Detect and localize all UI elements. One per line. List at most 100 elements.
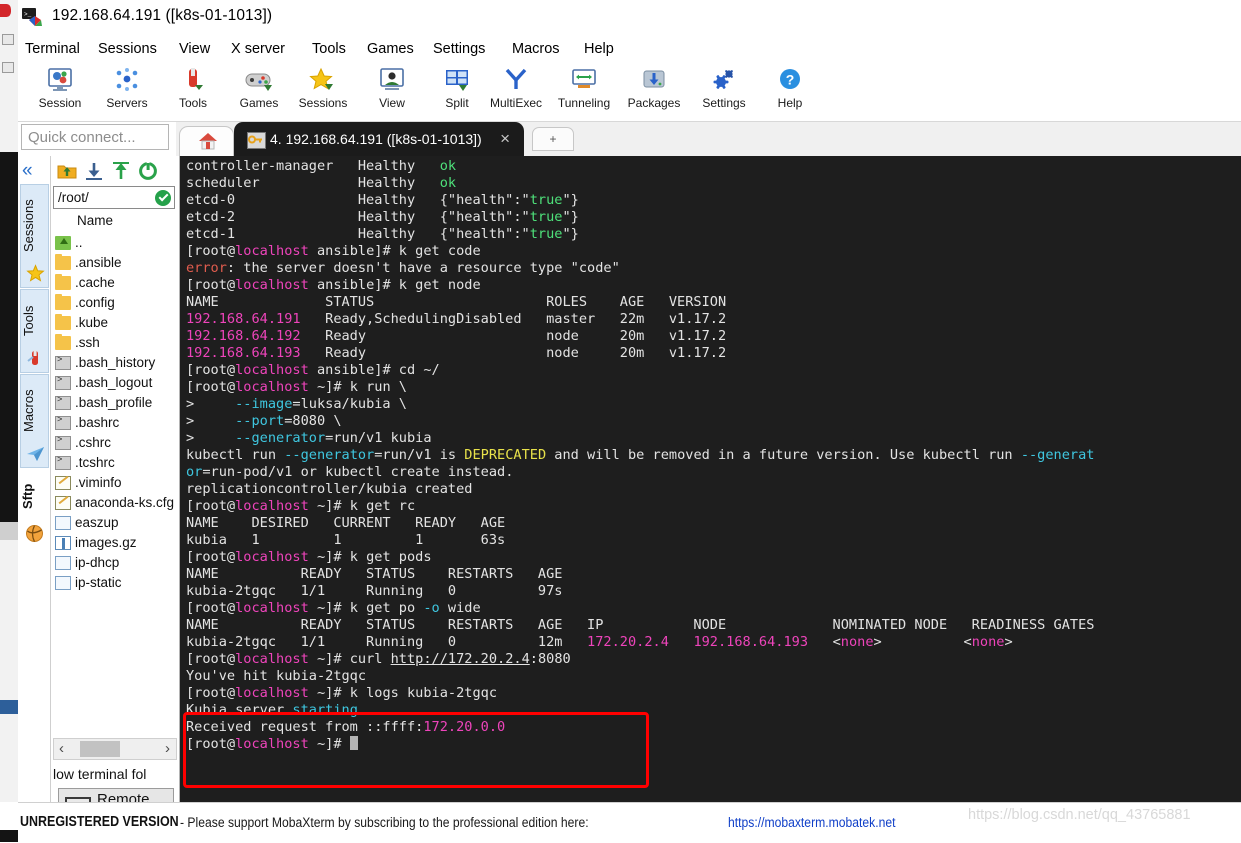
rail-tab-sessions[interactable]: Sessions [20, 184, 49, 288]
file-list-item[interactable]: .bash_history [53, 354, 177, 374]
file-list-item[interactable]: .cache [53, 274, 177, 294]
terminal-span: =run/v1 kubia [325, 430, 432, 446]
sftp-path-input[interactable]: /root/ [53, 186, 175, 209]
tab-home[interactable] [179, 126, 234, 157]
mobaxterm-window: >_ 192.168.64.191 ([k8s-01-1013]) Termin… [18, 0, 1241, 843]
terminal-span: [root@ [186, 651, 236, 667]
follow-terminal-folder-label[interactable]: low terminal fol [53, 766, 179, 782]
horizontal-scrollbar[interactable]: ‹ › [53, 738, 177, 760]
file-list-item[interactable]: .ansible [53, 254, 177, 274]
terminal-span: localhost [235, 685, 309, 701]
toolbar-button-packages[interactable]: Packages [620, 63, 688, 119]
toolbar-button-tools[interactable]: Tools [159, 63, 227, 119]
rail-tab-label: Sessions [21, 199, 36, 253]
toolbar-button-servers[interactable]: Servers [93, 63, 161, 119]
view-icon [358, 65, 426, 95]
file-list-item[interactable]: .ssh [53, 334, 177, 354]
script-file-icon [55, 415, 71, 430]
file-list-item[interactable]: ip-static [53, 574, 177, 594]
menu-x-server[interactable]: X server [227, 39, 289, 59]
tab-bar: 4. 192.168.64.191 ([k8s-01-1013]) × + [176, 122, 1241, 157]
toolbar-button-view[interactable]: View [358, 63, 426, 119]
document-file-icon [55, 516, 71, 530]
terminal-span: ~]# k run \ [308, 379, 407, 395]
quick-connect-input[interactable]: Quick connect... [21, 124, 169, 150]
scroll-left-icon[interactable]: ‹ [59, 741, 64, 757]
file-list-item[interactable]: .bashrc [53, 414, 177, 434]
download-icon[interactable] [83, 160, 105, 182]
file-list-item[interactable]: images.gz [53, 534, 177, 554]
refresh-icon[interactable] [137, 160, 159, 182]
nag-message: - Please support MobaXterm by subscribin… [180, 815, 589, 830]
file-list-item[interactable]: .kube [53, 314, 177, 334]
terminal-span: none [840, 634, 874, 650]
menu-help[interactable]: Help [580, 39, 618, 59]
scrollbar-thumb[interactable] [80, 741, 120, 757]
file-list-item[interactable]: .tcshrc [53, 454, 177, 474]
file-list-item[interactable]: .config [53, 294, 177, 314]
menu-view[interactable]: View [175, 39, 214, 59]
terminal-span: 172.20.2.4 [587, 634, 669, 650]
file-list-item[interactable]: .viminfo [53, 474, 177, 494]
file-name: ip-dhcp [75, 555, 120, 570]
terminal-line: > --image=luksa/kubia \ [186, 396, 1094, 413]
terminal-line: Received request from ::ffff:172.20.0.0 [186, 719, 1094, 736]
rail-tab-sftp[interactable]: Sftp [20, 469, 49, 547]
sftp-file-list[interactable]: .. .ansible .cache .config .kube .ssh .bash_hi… [53, 234, 177, 734]
file-name: .bashrc [75, 415, 120, 430]
menu-games[interactable]: Games [363, 39, 418, 59]
close-icon[interactable]: × [500, 130, 510, 147]
toolbar-button-session[interactable]: Session [26, 63, 94, 119]
file-list-item[interactable]: anaconda-ks.cfg [53, 494, 177, 514]
new-tab-button[interactable]: + [532, 127, 574, 151]
terminal-line: etcd-1 Healthy {"health":"true"} [186, 226, 1094, 243]
multiexec-icon [482, 65, 550, 95]
tools-icon [159, 65, 227, 95]
terminal-span: --generat [1020, 447, 1095, 463]
rail-tab-macros[interactable]: Macros [20, 374, 49, 468]
file-name: .viminfo [75, 475, 122, 490]
folder-icon [55, 274, 71, 290]
toolbar-button-split[interactable]: Split [423, 63, 491, 119]
menu-sessions[interactable]: Sessions [94, 39, 161, 59]
chevron-double-left-icon[interactable]: « [22, 161, 33, 180]
terminal-span: =run-pod/v1 or kubectl create instead. [202, 464, 514, 480]
backdrop-red-dot-icon [0, 4, 11, 17]
scroll-right-icon[interactable]: › [165, 741, 170, 757]
terminal-span: NAME DESIRED CURRENT READY AGE [186, 515, 506, 531]
file-list-item[interactable]: .bash_logout [53, 374, 177, 394]
terminal-span: 172.20.0.0 [423, 719, 506, 735]
parent-folder-icon[interactable] [56, 160, 78, 182]
menu-settings[interactable]: Settings [429, 39, 489, 59]
rail-tab-tools[interactable]: Tools [20, 289, 49, 373]
terminal-line: NAME READY STATUS RESTARTS AGE IP NODE N… [186, 617, 1094, 634]
file-list-item[interactable]: ip-dhcp [53, 554, 177, 574]
toolbar-button-games[interactable]: Games [225, 63, 293, 119]
menu-tools[interactable]: Tools [308, 39, 350, 59]
upload-icon[interactable] [110, 160, 132, 182]
menu-terminal[interactable]: Terminal [21, 39, 84, 59]
terminal-pane[interactable]: controller-manager Healthy ok scheduler H… [180, 156, 1241, 802]
toolbar-label: Games [239, 96, 279, 110]
toolbar-button-tunneling[interactable]: Tunneling [550, 63, 618, 119]
file-list-item[interactable]: .. [53, 234, 177, 254]
file-list-item[interactable]: .cshrc [53, 434, 177, 454]
terminal-span: "} [562, 192, 579, 208]
file-list-item[interactable]: easzup [53, 514, 177, 534]
mobaxterm-link[interactable]: https://mobaxterm.mobatek.net [728, 815, 895, 830]
script-file-icon [55, 395, 71, 410]
terminal-span: ~]# k get rc [308, 498, 416, 514]
terminal-span: [root@ [186, 379, 236, 395]
file-list-item[interactable]: .bash_profile [53, 394, 177, 414]
file-name: easzup [75, 515, 119, 530]
menu-macros[interactable]: Macros [508, 39, 564, 59]
terminal-line: > --generator=run/v1 kubia [186, 430, 1094, 447]
toolbar-button-multiexec[interactable]: MultiExec [482, 63, 550, 119]
tab-session-active[interactable]: 4. 192.168.64.191 ([k8s-01-1013]) × [234, 122, 524, 157]
toolbar-button-sessions[interactable]: Sessions [289, 63, 357, 119]
terminal-span: controller-manager Healthy [186, 158, 440, 174]
terminal-span: and will be removed in a future version.… [546, 447, 1021, 463]
toolbar-button-settings[interactable]: Settings [690, 63, 758, 119]
parent-directory-icon [55, 236, 71, 250]
toolbar-button-help[interactable]: ? Help [756, 63, 824, 119]
